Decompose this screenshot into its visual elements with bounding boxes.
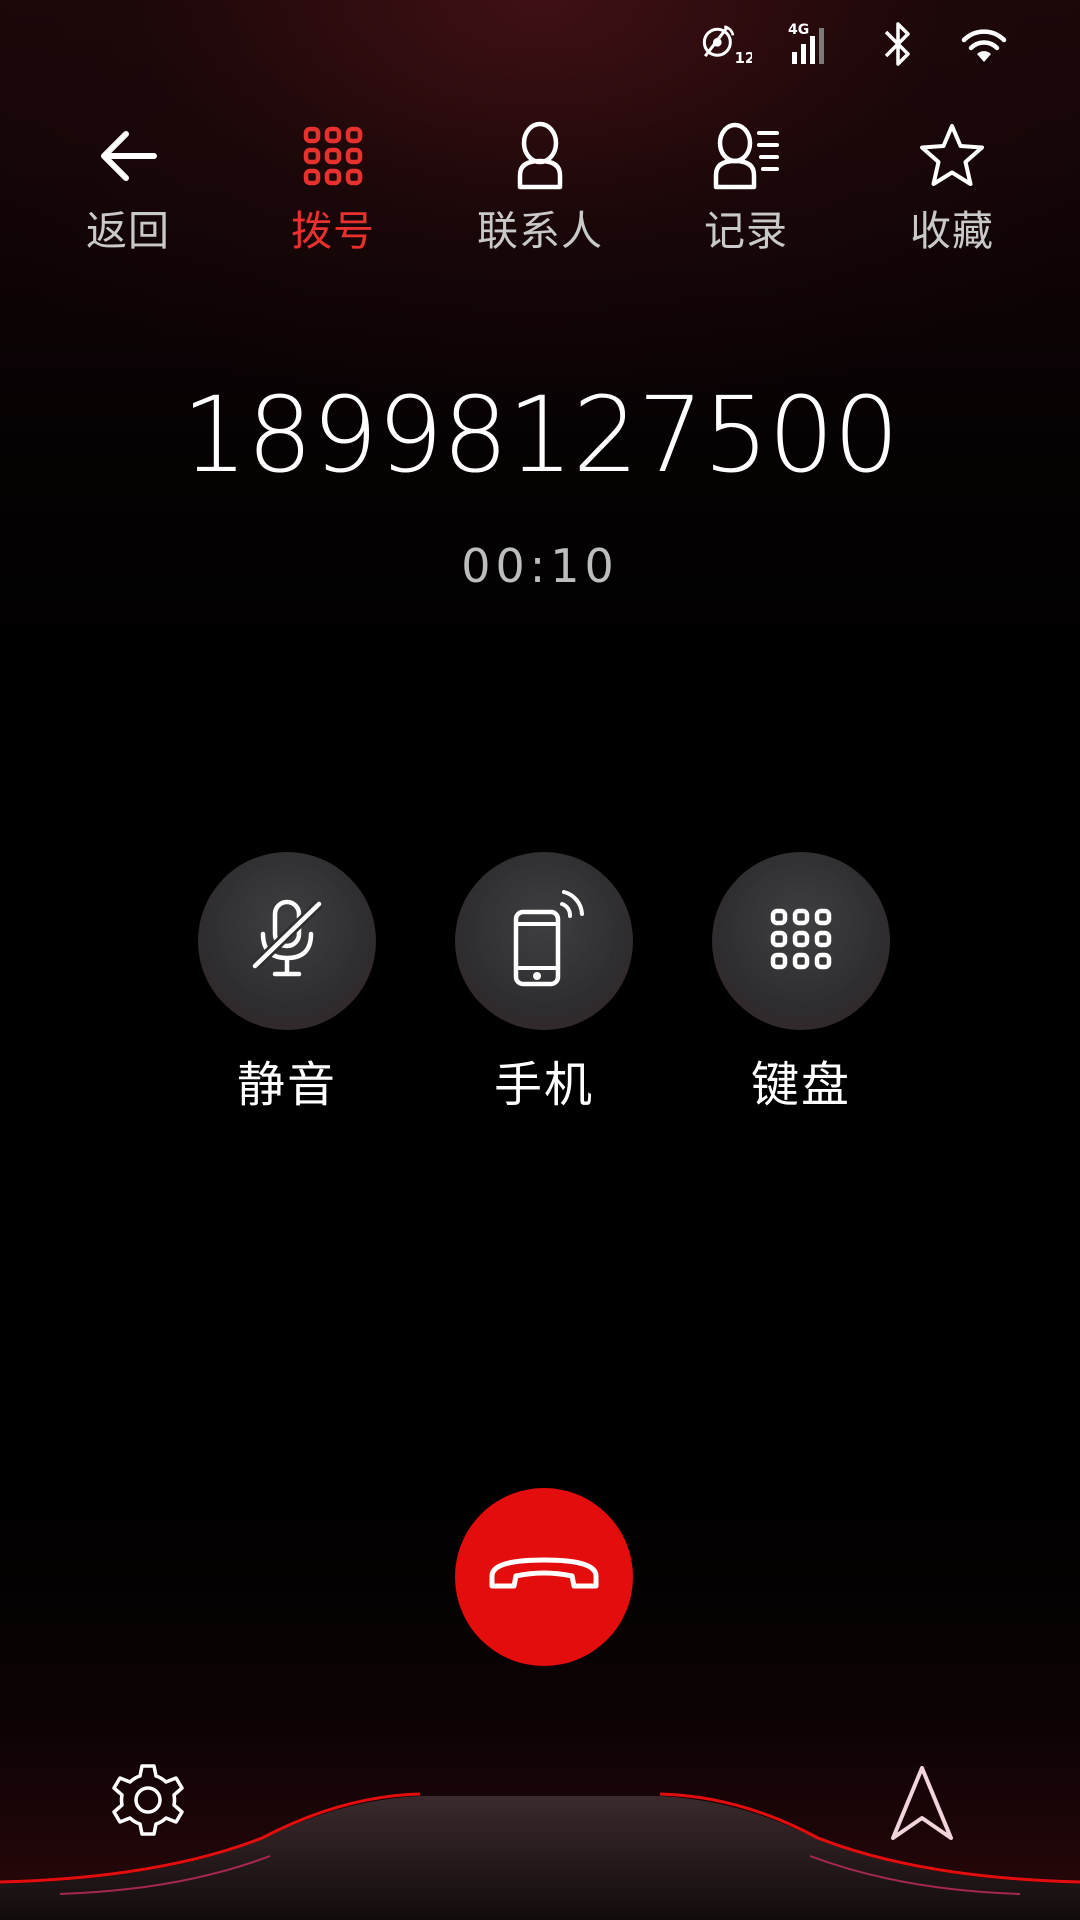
nav-dial-label: 拨号 [291,207,375,255]
arrow-left-icon [90,118,166,194]
phone-button[interactable]: 手机 [454,852,634,1114]
keypad-button[interactable]: 键盘 [711,852,891,1114]
network-type: 4G [788,22,809,38]
nav-contacts-label: 联系人 [477,207,603,255]
dialpad-icon [769,907,833,975]
hangup-button[interactable] [455,1488,633,1666]
phone-button-circle[interactable] [455,852,633,1030]
navigation-arrow-icon [887,1764,957,1848]
nav-favorites-label: 收藏 [910,207,994,255]
bluetooth-icon [872,18,924,70]
gps-satellite-icon: 12 [700,18,752,70]
cellular-signal-icon: 4G [786,18,838,70]
mobile-phone-icon [502,884,586,998]
dialpad-icon [295,118,371,194]
gps-count: 12 [735,50,752,67]
wifi-icon [958,18,1010,70]
nav-favorites[interactable]: 收藏 [867,118,1037,256]
phone-label: 手机 [493,1057,594,1113]
phone-number: 18998127500 [181,374,900,496]
status-bar: 12 4G [700,14,1010,74]
call-duration: 00:10 [461,539,619,593]
call-screen: 12 4G [0,0,1080,1920]
keypad-button-circle[interactable] [712,852,890,1030]
top-navigation: 返回 拨号 联系人 记录 收藏 [0,118,1080,278]
person-list-icon [708,118,784,194]
mute-button-circle[interactable] [198,852,376,1030]
mute-label: 静音 [236,1057,337,1113]
nav-dial[interactable]: 拨号 [248,118,418,256]
nav-back-label: 返回 [86,207,170,255]
phone-hangup-icon [484,1550,604,1604]
microphone-off-icon [247,894,327,988]
star-icon [914,118,990,194]
settings-button[interactable] [106,1760,190,1844]
mute-button[interactable]: 静音 [197,852,377,1114]
nav-back[interactable]: 返回 [43,118,213,256]
nav-history-label: 记录 [704,207,788,255]
person-icon [502,118,578,194]
nav-contacts[interactable]: 联系人 [455,118,625,256]
keypad-label: 键盘 [750,1057,851,1113]
gear-icon [108,1760,188,1844]
navigation-button[interactable] [880,1764,964,1848]
nav-history[interactable]: 记录 [661,118,831,256]
